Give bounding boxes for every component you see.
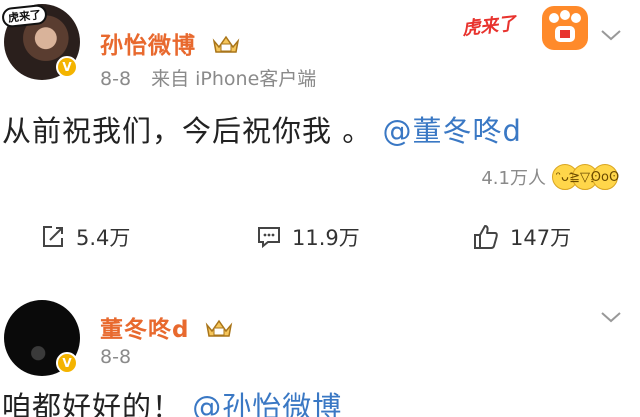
post-date: 8-8 bbox=[100, 346, 132, 368]
promo-badge[interactable]: 虎来了 bbox=[461, 6, 588, 50]
reaction-count: 4.1万人 bbox=[481, 168, 546, 189]
like-count: 147万 bbox=[510, 226, 572, 250]
repost-count: 5.4万 bbox=[76, 226, 131, 250]
post-text: 咱都好好的！ bbox=[2, 390, 183, 417]
reaction-summary[interactable]: 4.1万人 ᵔᴗᵔ ≧▽≦ ʘoʘ bbox=[481, 164, 619, 190]
like-icon bbox=[474, 225, 498, 249]
promo-text: 虎来了 bbox=[461, 13, 518, 40]
post-text: 从前祝我们，今后祝你我 。 bbox=[2, 114, 373, 148]
weibo-post-1: 虎来了 V 孙怡微博 8-8 来自 iPhone客户端 虎来了 从前祝我们，今后… bbox=[0, 0, 640, 300]
like-button[interactable]: 147万 bbox=[472, 222, 571, 252]
comment-icon bbox=[258, 227, 280, 249]
chevron-down-icon[interactable] bbox=[600, 310, 622, 324]
emoji-reaction-icon: ʘoʘ bbox=[591, 164, 619, 190]
post-date: 8-8 bbox=[100, 68, 132, 90]
action-bar: 5.4万 11.9万 147万 bbox=[0, 222, 640, 262]
chevron-down-icon[interactable] bbox=[600, 28, 622, 42]
crown-badge-icon bbox=[206, 319, 233, 337]
repost-icon bbox=[43, 226, 63, 247]
post-content: 从前祝我们，今后祝你我 。 @董冬咚d bbox=[2, 108, 522, 150]
author-name[interactable]: 孙怡微博 bbox=[100, 26, 241, 60]
tiger-paw-icon bbox=[542, 6, 588, 50]
crown-badge-icon bbox=[212, 35, 240, 53]
avatar[interactable]: 虎来了 V bbox=[1, 3, 80, 80]
repost-button[interactable]: 5.4万 bbox=[40, 222, 130, 252]
verified-icon: V bbox=[56, 352, 78, 374]
post-source: 来自 iPhone客户端 bbox=[151, 68, 317, 90]
post-meta: 8-8 来自 iPhone客户端 bbox=[100, 64, 330, 91]
author-name-text: 董冬咚d bbox=[100, 317, 190, 343]
post-meta: 8-8 bbox=[100, 346, 145, 368]
comment-button[interactable]: 11.9万 bbox=[256, 222, 360, 252]
avatar[interactable]: V bbox=[4, 300, 80, 376]
weibo-post-2: V 董冬咚d 8-8 咱都好好的！ @孙怡微博 bbox=[0, 300, 640, 417]
mention-link[interactable]: @董冬咚d bbox=[382, 114, 521, 148]
author-name-text: 孙怡微博 bbox=[100, 33, 196, 59]
post-content: 咱都好好的！ @孙怡微博 bbox=[2, 384, 342, 417]
verified-icon: V bbox=[56, 56, 78, 78]
comment-count: 11.9万 bbox=[292, 226, 360, 250]
mention-link[interactable]: @孙怡微博 bbox=[192, 390, 342, 417]
author-name[interactable]: 董冬咚d bbox=[100, 310, 234, 344]
